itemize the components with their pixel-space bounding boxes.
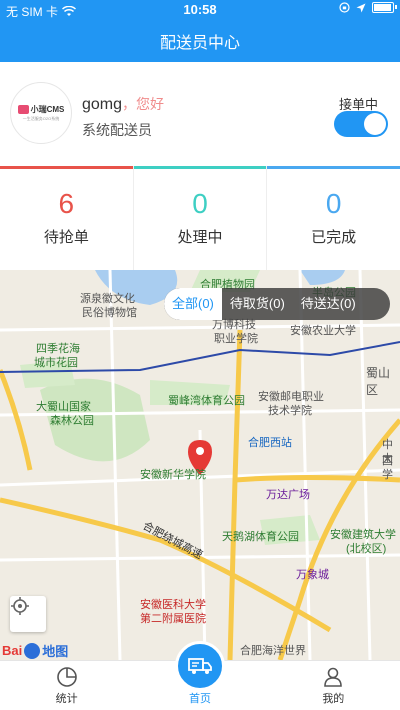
- map-label-layer: 合肥植物园 半岛公园 源泉徽文化 民俗博物馆 万博科技 职业学院 安徽农业大学 …: [0, 270, 400, 660]
- map-label: 合肥海洋世界: [240, 645, 306, 657]
- map-label: 民俗博物馆: [82, 307, 137, 319]
- accept-orders-toggle[interactable]: [334, 111, 388, 137]
- logo-mark-icon: [17, 105, 29, 114]
- map-label: 技术学院: [268, 405, 312, 417]
- user-role: 系统配送员: [82, 122, 152, 138]
- delivery-truck-icon: [188, 658, 212, 674]
- tab-label: 统计: [55, 693, 78, 705]
- map-label: 安徽新华学院: [140, 469, 206, 481]
- order-filter-tabs: 全部(0) 待取货(0) 待送达(0): [164, 288, 390, 320]
- avatar-logo: 小瑞CMS: [17, 104, 65, 115]
- delivery-map[interactable]: 合肥植物园 半岛公园 源泉徽文化 民俗博物馆 万博科技 职业学院 安徽农业大学 …: [0, 270, 400, 660]
- stat-color-bar: [267, 166, 400, 169]
- tab-all[interactable]: 全部(0): [164, 288, 222, 320]
- stat-label: 待抢单: [43, 229, 89, 246]
- stat-completed[interactable]: 0 已完成: [267, 166, 400, 270]
- map-label: 职业学院: [214, 333, 258, 345]
- map-label: 万达广场: [266, 489, 310, 501]
- status-bar: 无 SIM 卡 10:58: [0, 0, 400, 20]
- stat-value: 0: [192, 188, 208, 219]
- location-arrow-icon: [356, 3, 366, 12]
- profile-card: 小瑞CMS 一生活服务O2O系统 gomg ，您好 系统配送员 接单中: [0, 62, 400, 166]
- orientation-lock-icon: [339, 2, 350, 13]
- stat-value: 0: [325, 188, 342, 219]
- stat-label: 已完成: [311, 229, 357, 246]
- home-button[interactable]: [174, 641, 225, 691]
- greeting-text: ，您好: [122, 96, 165, 112]
- avatar-logo-text: 小瑞CMS: [30, 105, 65, 114]
- status-right: [339, 2, 397, 13]
- page-title: 配送员中心: [159, 35, 240, 52]
- paw-icon: [24, 642, 41, 659]
- map-label: 第二附属医院: [140, 613, 206, 625]
- brand-text-b: 地图: [42, 644, 69, 659]
- brand-text-a: Bai: [2, 643, 23, 658]
- user-icon: [324, 667, 343, 687]
- tab-pending-pickup[interactable]: 待取货(0): [222, 288, 293, 320]
- map-label: 森林公园: [50, 415, 94, 427]
- battery-icon: [372, 2, 397, 13]
- tab-statistics[interactable]: 统计: [0, 661, 133, 710]
- tab-pending-delivery[interactable]: 待送达(0): [293, 288, 364, 320]
- tab-profile[interactable]: 我的: [267, 661, 400, 710]
- avatar-logo-subtitle: 一生活服务O2O系统: [22, 116, 60, 121]
- map-label: 合肥西站: [248, 437, 292, 449]
- map-label: 大学: [382, 453, 393, 481]
- map-label: 安徽农业大学: [290, 325, 356, 337]
- map-label: 万象城: [296, 569, 329, 581]
- stat-color-bar: [133, 166, 267, 169]
- tab-home[interactable]: 首页: [133, 641, 266, 710]
- toggle-knob: [364, 113, 386, 135]
- locate-me-button[interactable]: [10, 596, 46, 632]
- map-label: 蜀山区: [366, 366, 391, 397]
- bottom-tab-bar: 统计 首页 我的: [0, 641, 400, 710]
- tab-label: 首页: [188, 693, 211, 705]
- map-label: 城市花园: [34, 357, 78, 369]
- stat-processing[interactable]: 0 处理中: [133, 166, 268, 270]
- stat-pending-grab[interactable]: 6 待抢单: [0, 166, 134, 270]
- nav-bar: 配送员中心: [0, 20, 400, 62]
- map-label: 合肥绕城高速: [140, 520, 205, 562]
- crosshair-icon: [11, 597, 29, 615]
- username: gomg: [82, 96, 123, 113]
- stat-color-bar: [0, 166, 133, 169]
- user-name-row: gomg ，您好: [82, 94, 164, 114]
- pie-chart-icon: [56, 667, 77, 687]
- map-provider-logo: Bai 地图: [2, 641, 68, 660]
- map-label: (北校区): [346, 543, 387, 555]
- tab-label: 我的: [322, 693, 345, 705]
- map-label: 天鹅湖体育公园: [222, 531, 299, 543]
- stat-value: 6: [58, 188, 75, 219]
- avatar[interactable]: 小瑞CMS 一生活服务O2O系统: [10, 82, 72, 144]
- map-label: 蜀峰湾体育公园: [168, 395, 245, 407]
- order-stats: 6 待抢单 0 处理中 0 已完成: [0, 166, 400, 270]
- stat-label: 处理中: [177, 229, 223, 246]
